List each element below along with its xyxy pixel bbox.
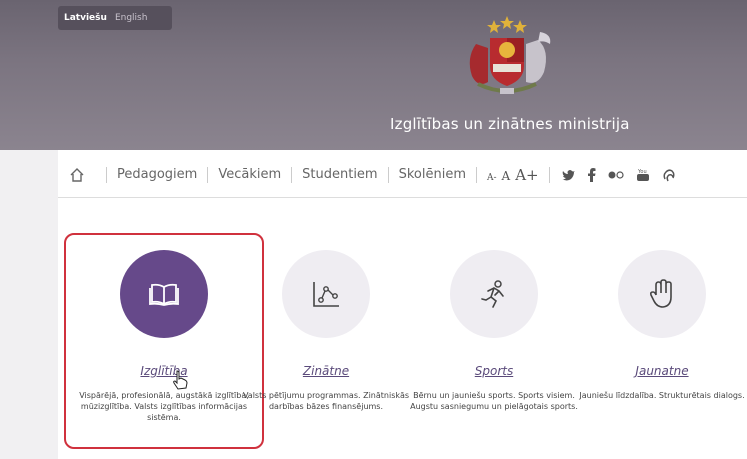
card-title[interactable]: Jaunatne <box>562 364 747 378</box>
card-icon-circle[interactable] <box>450 250 538 338</box>
social-links: You <box>561 167 676 182</box>
mouse-cursor-icon <box>173 370 188 390</box>
language-switcher: Latviešu English <box>58 6 172 30</box>
flickr-icon[interactable] <box>608 170 624 179</box>
twitter-icon[interactable] <box>561 169 576 181</box>
lang-english[interactable]: English <box>115 13 148 23</box>
nav-item-skoleniem[interactable]: Skolēniem <box>399 167 466 182</box>
left-margin <box>0 150 58 459</box>
home-icon[interactable] <box>58 167 96 183</box>
card-icon-circle[interactable] <box>120 250 208 338</box>
nav-separator <box>548 166 550 183</box>
youtube-icon[interactable]: You <box>636 168 650 182</box>
lang-latvian[interactable]: Latviešu <box>64 13 107 23</box>
site-title[interactable]: Izglītības un zinātnes ministrija <box>390 115 630 133</box>
book-icon <box>149 283 179 306</box>
facebook-icon[interactable] <box>587 167 596 182</box>
nav-item-studentiem[interactable]: Studentiem <box>302 167 377 182</box>
main-content: Izglītība Vispārējā, profesionālā, augst… <box>58 210 747 459</box>
card-description: Jauniešu līdzdalība. Strukturētais dialo… <box>579 391 745 400</box>
card-icon-circle[interactable] <box>282 250 370 338</box>
nav-separator <box>476 166 477 183</box>
site-header: Latviešu English Izglītības un zinātnes … <box>0 0 747 150</box>
nav-separator <box>387 166 389 183</box>
coat-of-arms-logo[interactable] <box>448 14 566 100</box>
svg-text:You: You <box>637 169 647 175</box>
font-size-increase[interactable]: A+ <box>515 166 538 184</box>
card-icon-circle[interactable] <box>618 250 706 338</box>
research-chart-icon <box>313 282 339 307</box>
nav-separator <box>291 166 293 183</box>
draugiem-icon[interactable] <box>662 168 676 182</box>
card-jaunatne[interactable]: Jaunatne Jauniešu līdzdalība. Strukturēt… <box>562 232 747 401</box>
main-nav: Pedagogiem Vecākiem Studentiem Skolēniem… <box>58 152 747 198</box>
nav-item-pedagogiem[interactable]: Pedagogiem <box>117 167 197 182</box>
runner-icon <box>481 280 504 308</box>
nav-separator <box>207 166 209 183</box>
font-size-normal[interactable]: A <box>502 169 511 183</box>
nav-item-vecakiem[interactable]: Vecākiem <box>218 167 281 182</box>
hand-icon <box>649 279 672 308</box>
nav-separator <box>106 166 107 183</box>
font-size-decrease[interactable]: A- <box>487 173 497 183</box>
font-size-controls: A- A A+ <box>487 166 539 184</box>
